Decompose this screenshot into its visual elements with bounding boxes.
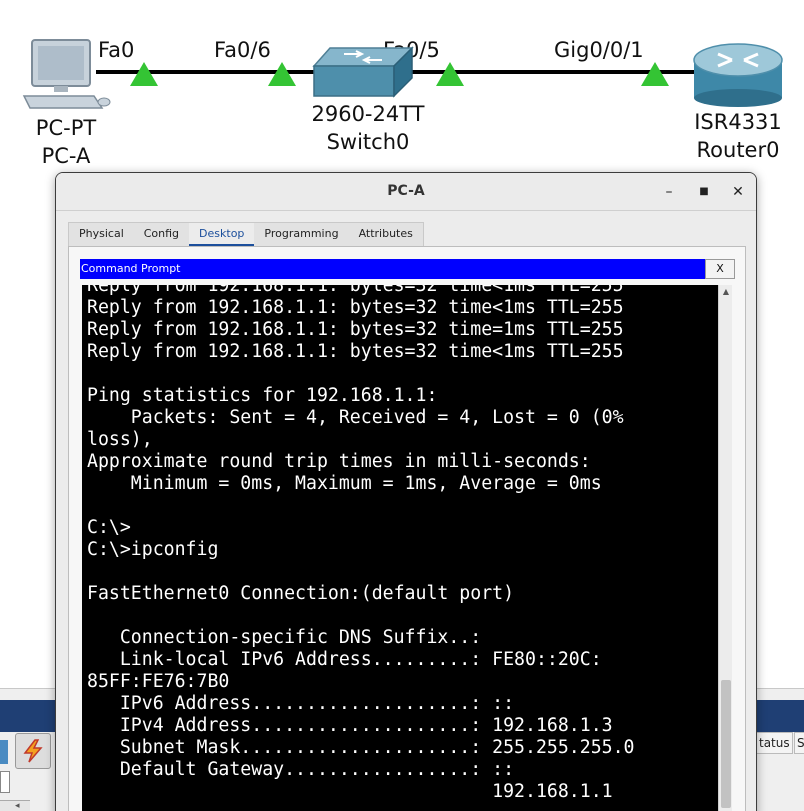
terminal-line: Minimum = 0ms, Maximum = 1ms, Average = … xyxy=(87,473,602,494)
pc-model: PC-PT xyxy=(35,116,97,140)
terminal-line: Reply from 192.168.1.1: bytes=32 time<1m… xyxy=(87,285,624,296)
window-titlebar[interactable]: PC-A – ■ ✕ xyxy=(56,173,756,211)
terminal-line: Link-local IPv6 Address.........: FE80::… xyxy=(87,649,602,670)
pc-name: PC-A xyxy=(41,144,91,168)
background-left-marker xyxy=(0,740,8,764)
port-label-switch-left: Fa0/6 xyxy=(214,38,271,62)
scroll-up-arrow-icon[interactable]: ▲ xyxy=(719,285,733,299)
next-column-header[interactable]: S xyxy=(794,732,804,754)
terminal-line: C:\>ipconfig xyxy=(87,539,219,560)
terminal-line: Packets: Sent = 4, Received = 4, Lost = … xyxy=(87,407,624,428)
tab-programming[interactable]: Programming xyxy=(254,223,348,247)
switch-icon[interactable] xyxy=(312,44,416,102)
minimize-button[interactable]: – xyxy=(659,182,679,202)
terminal-line: Connection-specific DNS Suffix..: xyxy=(87,627,482,648)
terminal-output[interactable]: Reply from 192.168.1.1: bytes=32 time<1m… xyxy=(82,285,718,811)
tab-config[interactable]: Config xyxy=(134,223,189,247)
tab-desktop[interactable]: Desktop xyxy=(189,223,255,247)
command-prompt-title: Command Prompt xyxy=(80,259,705,279)
terminal-line: Reply from 192.168.1.1: bytes=32 time=1m… xyxy=(87,319,624,340)
scroll-thumb[interactable] xyxy=(721,680,731,808)
terminal-line: IPv4 Address....................: 192.16… xyxy=(87,715,613,736)
terminal-line: Default Gateway.................: :: xyxy=(87,759,515,780)
terminal-line: loss), xyxy=(87,429,153,450)
terminal-line: 85FF:FE76:7B0 xyxy=(87,671,230,692)
lightning-icon xyxy=(23,739,43,763)
terminal-line: Ping statistics for 192.168.1.1: xyxy=(87,385,438,406)
router-name: Router0 xyxy=(696,138,780,162)
terminal-text: Reply from 192.168.1.1: bytes=32 time<1m… xyxy=(87,285,635,803)
link-status-pc-fa0 xyxy=(130,62,158,86)
terminal-line: Reply from 192.168.1.1: bytes=32 time<1m… xyxy=(87,341,624,362)
link-status-switch-fa0-6 xyxy=(268,62,296,86)
switch-label: 2960-24TT Switch0 xyxy=(300,100,436,156)
pc-icon[interactable] xyxy=(20,38,112,118)
terminal-line: FastEthernet0 Connection:(default port) xyxy=(87,583,515,604)
switch-model: 2960-24TT xyxy=(311,102,425,126)
link-status-switch-fa0-5 xyxy=(436,62,464,86)
simulation-tool-button[interactable] xyxy=(15,733,51,769)
terminal-line: Subnet Mask.....................: 255.25… xyxy=(87,737,635,758)
link-status-router-gig xyxy=(641,62,669,86)
terminal-line: Approximate round trip times in milli-se… xyxy=(87,451,591,472)
terminal-scrollbar[interactable]: ▲ ▼ xyxy=(718,285,732,811)
tab-attributes[interactable]: Attributes xyxy=(349,223,423,247)
router-model: ISR4331 xyxy=(694,110,782,134)
background-input[interactable] xyxy=(0,771,10,793)
device-tabs: Physical Config Desktop Programming Attr… xyxy=(68,222,424,247)
router-icon[interactable] xyxy=(692,42,784,112)
terminal-line: C:\> xyxy=(87,517,131,538)
terminal-line: Reply from 192.168.1.1: bytes=32 time<1m… xyxy=(87,297,624,318)
maximize-button[interactable]: ■ xyxy=(694,182,714,202)
command-prompt-close-button[interactable]: X xyxy=(705,259,735,279)
terminal-line: 192.168.1.1 xyxy=(87,781,613,802)
pc-a-window: PC-A – ■ ✕ Physical Config Desktop Progr… xyxy=(55,172,757,811)
port-label-router: Gig0/0/1 xyxy=(554,38,644,62)
status-column-header[interactable]: tatus xyxy=(756,732,793,754)
packet-tracer-workspace: ◂ tatus S Fa0 Fa0/6 Fa0/5 Gig0/0/1 PC-PT… xyxy=(0,0,804,811)
background-scrollbar[interactable]: ◂ xyxy=(0,800,30,811)
switch-name: Switch0 xyxy=(326,130,410,154)
window-title: PC-A xyxy=(387,183,425,199)
tab-physical[interactable]: Physical xyxy=(69,223,134,247)
pc-label: PC-PT PC-A xyxy=(24,114,108,170)
close-button[interactable]: ✕ xyxy=(728,182,748,202)
desktop-panel: Command Prompt X Reply from 192.168.1.1:… xyxy=(68,246,746,811)
terminal-line: IPv6 Address....................: :: xyxy=(87,693,515,714)
router-label: ISR4331 Router0 xyxy=(680,108,796,164)
